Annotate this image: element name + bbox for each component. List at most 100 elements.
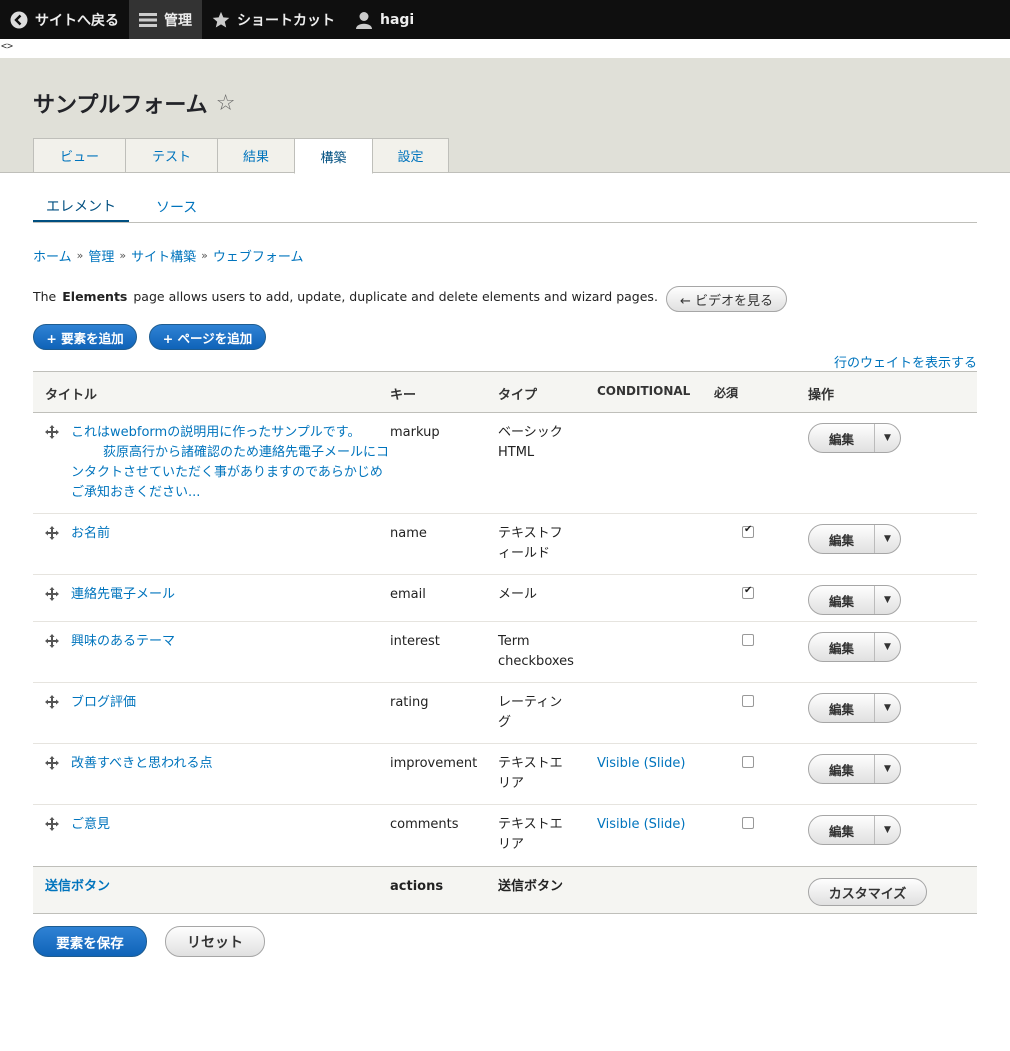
drag-handle-icon[interactable] (44, 755, 60, 771)
primary-tabs: ビュー テスト 結果 構築 設定 (33, 138, 449, 174)
row-title-link[interactable]: これはwebformの説明用に作ったサンプルです。 荻原高行から諸確認のため連絡… (71, 423, 389, 503)
elements-table: タイトル キー タイプ CONDITIONAL 必須 操作 これはwebform… (33, 371, 977, 914)
page-title: サンプルフォーム ☆ (33, 87, 235, 119)
row-title-link[interactable]: ブログ評価 (71, 693, 136, 713)
watch-video-button[interactable]: ← ビデオを見る (666, 286, 788, 312)
drag-handle-icon[interactable] (44, 525, 60, 541)
row-conditional-link[interactable]: Visible (Slide) (597, 754, 685, 774)
dropdown-caret-icon[interactable]: ▼ (875, 755, 900, 783)
row-title-link[interactable]: 連絡先電子メール (71, 585, 175, 605)
breadcrumb-separator: » (119, 249, 127, 262)
breadcrumb-home[interactable]: ホーム (33, 246, 72, 265)
breadcrumb: ホーム » 管理 » サイト構築 » ウェブフォーム (33, 246, 303, 265)
edit-button[interactable]: 編集 (809, 586, 875, 614)
star-icon (212, 11, 230, 29)
type-line: テキストエ (498, 756, 563, 771)
header-type: タイプ (498, 388, 538, 403)
row-title-link[interactable]: ご意見 (71, 815, 110, 835)
dropdown-caret-icon[interactable]: ▼ (875, 586, 900, 614)
user-icon (355, 11, 373, 29)
dropdown-caret-icon[interactable]: ▼ (875, 633, 900, 661)
edit-button[interactable]: 編集 (809, 525, 875, 553)
manage-menu[interactable]: 管理 (129, 0, 202, 39)
row-conditional-link[interactable]: Visible (Slide) (597, 815, 685, 835)
star-outline-icon[interactable]: ☆ (216, 91, 236, 116)
table-row: ご意見 comments テキストエ リア Visible (Slide) 編集… (33, 805, 977, 866)
submit-button-link[interactable]: 送信ボタン (45, 877, 110, 897)
title-line: ンタクトさせていただく事がありますのであらかじめ (71, 465, 383, 480)
type-line: リア (498, 837, 525, 852)
header-title[interactable]: タイトル (45, 384, 97, 403)
required-checkbox[interactable] (742, 756, 754, 768)
breadcrumb-webforms[interactable]: ウェブフォーム (213, 246, 304, 265)
breadcrumb-admin[interactable]: 管理 (88, 246, 114, 265)
subtab-elements[interactable]: エレメント (33, 192, 129, 222)
edit-button[interactable]: 編集 (809, 755, 875, 783)
add-page-button[interactable]: + ページを追加 (149, 324, 266, 350)
table-row: 改善すべきと思われる点 improvement テキストエ リア Visible… (33, 744, 977, 805)
row-type: メール (498, 587, 538, 602)
footer-type: 送信ボタン (498, 879, 564, 894)
table-footer-row: 送信ボタン actions 送信ボタン カスタマイズ (33, 866, 977, 914)
dropdown-caret-icon[interactable]: ▼ (875, 525, 900, 553)
edit-button[interactable]: 編集 (809, 633, 875, 661)
tab-view[interactable]: ビュー (33, 138, 126, 173)
dropdown-caret-icon[interactable]: ▼ (875, 816, 900, 844)
header-operations: 操作 (808, 388, 835, 403)
customize-button[interactable]: カスタマイズ (808, 878, 927, 906)
row-title-link[interactable]: お名前 (71, 524, 110, 544)
edit-dropbutton: 編集 ▼ (808, 585, 901, 615)
edit-button[interactable]: 編集 (809, 694, 875, 722)
row-key: name (390, 526, 427, 541)
type-line: HTML (498, 445, 535, 460)
type-line: テキストエ (498, 817, 563, 832)
table-row: これはwebformの説明用に作ったサンプルです。 荻原高行から諸確認のため連絡… (33, 413, 977, 514)
drag-handle-icon[interactable] (44, 633, 60, 649)
title-line: 荻原高行から諸確認のため連絡先電子メールにコ (103, 445, 390, 460)
edit-button[interactable]: 編集 (809, 424, 875, 452)
row-key: interest (390, 634, 440, 649)
tab-settings[interactable]: 設定 (372, 138, 449, 173)
back-to-site-link[interactable]: サイトへ戻る (0, 0, 129, 39)
row-type: テキストフ ィールド (498, 524, 563, 564)
dropdown-caret-icon[interactable]: ▼ (875, 424, 900, 452)
required-checkbox[interactable] (742, 585, 754, 599)
required-checkbox[interactable] (742, 817, 754, 829)
breadcrumb-separator: » (76, 249, 84, 262)
drag-handle-icon[interactable] (44, 586, 60, 602)
subtab-source[interactable]: ソース (143, 192, 210, 222)
drag-handle-icon[interactable] (44, 694, 60, 710)
dropdown-caret-icon[interactable]: ▼ (875, 694, 900, 722)
required-checkbox[interactable] (742, 524, 754, 538)
drag-handle-icon[interactable] (44, 816, 60, 832)
type-line: レーティン (498, 695, 563, 710)
breadcrumb-structure[interactable]: サイト構築 (131, 246, 196, 265)
reset-button[interactable]: リセット (165, 926, 265, 957)
header-key: キー (390, 388, 417, 403)
tab-test[interactable]: テスト (125, 138, 218, 173)
required-checkbox[interactable] (742, 634, 754, 646)
row-key: improvement (390, 756, 478, 771)
save-elements-button[interactable]: 要素を保存 (33, 926, 147, 957)
row-title-link[interactable]: 改善すべきと思われる点 (71, 754, 212, 774)
show-row-weights-link[interactable]: 行のウェイトを表示する (834, 352, 977, 371)
shortcuts-menu[interactable]: ショートカット (202, 0, 345, 39)
title-line: これはwebformの説明用に作ったサンプルです。 (71, 425, 361, 440)
debug-text: <> (1, 41, 14, 52)
page-description: The Elements page allows users to add, u… (33, 289, 658, 304)
row-key: markup (390, 425, 440, 440)
edit-button[interactable]: 編集 (809, 816, 875, 844)
tab-results[interactable]: 結果 (217, 138, 295, 173)
type-line: ベーシック (498, 425, 563, 440)
back-to-site-label: サイトへ戻る (35, 12, 119, 29)
user-menu[interactable]: hagi (345, 0, 424, 39)
table-row: 連絡先電子メール email メール 編集 ▼ (33, 575, 977, 622)
required-checkbox[interactable] (742, 695, 754, 707)
drag-handle-icon[interactable] (44, 424, 60, 440)
row-key: rating (390, 695, 429, 710)
header-required: 必須 (714, 386, 739, 400)
tab-build[interactable]: 構築 (294, 138, 373, 174)
add-element-button[interactable]: + 要素を追加 (33, 324, 137, 350)
description-prefix: The (33, 289, 57, 304)
row-title-link[interactable]: 興味のあるテーマ (71, 632, 175, 652)
